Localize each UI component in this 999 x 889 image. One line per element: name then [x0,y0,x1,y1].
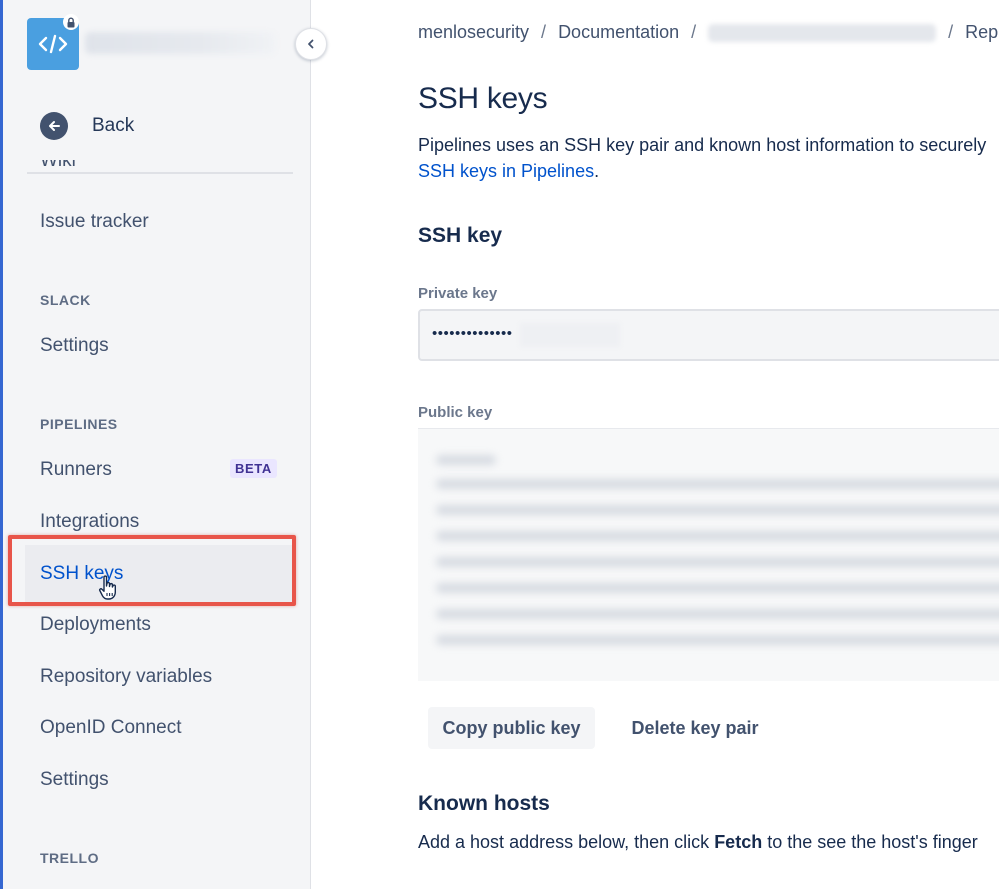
breadcrumb-separator: / [948,22,954,42]
hand-cursor-icon [98,575,116,600]
sidebar-item-deployments[interactable]: Deployments [40,614,151,636]
sidebar-item-openid-connect[interactable]: OpenID Connect [40,717,182,739]
private-key-label: Private key [418,285,498,302]
repo-name-redacted [85,32,275,54]
chevron-left-icon [308,39,314,49]
back-link[interactable]: Back [40,110,134,142]
known-hosts-text-before: Add a host address below, then click [418,832,715,852]
intro-link-suffix: . [594,161,600,181]
public-key-field[interactable] [418,428,999,681]
copy-public-key-button[interactable]: Copy public key [428,707,595,749]
public-key-redacted-line [436,635,999,645]
section-trello: TRELLO [40,850,99,866]
back-label: Back [92,115,135,136]
lock-icon [63,14,79,30]
sidebar-item-integrations[interactable]: Integrations [40,511,139,533]
collapse-sidebar-button[interactable] [295,28,327,60]
sidebar: Back Wiki Issue tracker SLACK Settings P… [0,0,311,889]
breadcrumb-workspace[interactable]: menlosecurity [418,22,529,43]
sidebar-divider [27,172,293,174]
breadcrumb: menlosecurity / Documentation / / Rep [418,22,998,43]
private-key-redacted [520,323,620,347]
public-key-redacted-line [436,455,496,465]
sidebar-item-wiki[interactable]: Wiki [40,160,76,172]
public-key-redacted-line [436,531,999,541]
highlight-annotation [8,535,296,606]
public-key-redacted-line [436,609,999,619]
arrow-left-circle-icon [40,112,68,140]
code-brackets-icon [38,34,68,54]
known-hosts-text-fetch: Fetch [714,832,763,852]
breadcrumb-project[interactable]: Documentation [558,22,679,43]
sidebar-item-issue-tracker[interactable]: Issue tracker [40,211,149,233]
breadcrumb-repository-settings[interactable]: Rep [965,22,998,43]
known-hosts-heading: Known hosts [418,792,550,815]
breadcrumb-separator: / [691,22,697,42]
breadcrumb-separator: / [541,22,547,42]
ssh-keys-docs-link[interactable]: SSH keys in Pipelines [418,161,594,181]
public-key-redacted-line [436,505,999,515]
section-slack: SLACK [40,292,91,308]
public-key-redacted-line [436,583,999,593]
public-key-redacted-line [436,557,999,567]
private-key-field[interactable]: •••••••••••••• [418,309,999,361]
known-hosts-description: Add a host address below, then click Fet… [418,832,978,853]
public-key-label: Public key [418,404,493,421]
sidebar-item-slack-settings[interactable]: Settings [40,335,109,357]
sidebar-item-repository-variables[interactable]: Repository variables [40,666,212,688]
sidebar-item-runners[interactable]: Runners [40,459,112,481]
known-hosts-text-after: to the see the host's finger [762,832,978,852]
public-key-redacted-line [436,479,999,489]
delete-key-pair-button[interactable]: Delete key pair [616,707,774,749]
sidebar-item-pipelines-settings[interactable]: Settings [40,769,109,791]
page-intro: Pipelines uses an SSH key pair and known… [418,132,986,184]
private-key-value: •••••••••••••• [432,325,513,342]
intro-text: Pipelines uses an SSH key pair and known… [418,135,987,155]
breadcrumb-repo-redacted[interactable] [708,23,937,42]
beta-badge: BETA [230,459,277,478]
page-title: SSH keys [418,82,548,115]
section-pipelines: PIPELINES [40,416,118,432]
ssh-key-heading: SSH key [418,224,503,247]
